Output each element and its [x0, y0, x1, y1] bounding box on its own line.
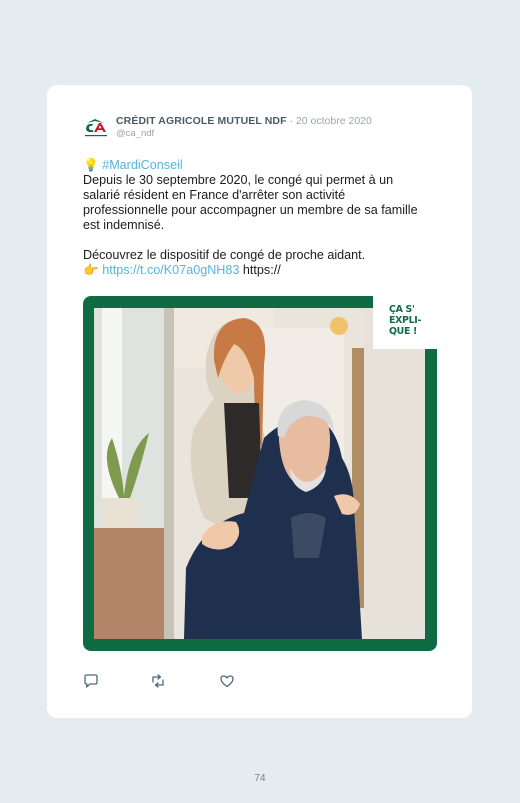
lightbulb-icon: 💡 — [83, 158, 99, 172]
post-date: · 20 octobre 2020 — [286, 115, 372, 127]
ca-sexplique-badge: ÇA S' EXPLI- QUE ! — [373, 295, 438, 349]
tweet-cta: Découvrez le dispositif de congé de proc… — [83, 248, 366, 262]
hashtag-link[interactable]: #MardiConseil — [102, 158, 183, 172]
tweet-text: 💡 #MardiConseil Depuis le 30 septembre 2… — [83, 158, 433, 278]
photo-illustration — [94, 308, 425, 639]
credit-agricole-logo — [85, 119, 107, 137]
retweet-icon[interactable] — [150, 673, 166, 689]
tweet-card: CRÉDIT AGRICOLE MUTUEL NDF · 20 octobre … — [47, 85, 472, 718]
page-number: 74 — [254, 773, 266, 784]
reply-icon[interactable] — [83, 673, 99, 689]
heart-icon[interactable] — [219, 673, 235, 689]
tweet-media[interactable]: ÇA S' EXPLI- QUE ! — [83, 295, 438, 651]
link-trailing: https:// — [239, 263, 281, 277]
tweet-header: CRÉDIT AGRICOLE MUTUEL NDF · 20 octobre … — [83, 115, 453, 141]
badge-text: ÇA S' EXPLI- QUE ! — [389, 304, 422, 337]
author-line: CRÉDIT AGRICOLE MUTUEL NDF · 20 octobre … — [116, 115, 372, 128]
caregiver-photo — [94, 308, 425, 639]
pointing-hand-icon: 👉 — [83, 263, 99, 277]
tweet-body: Depuis le 30 septembre 2020, le congé qu… — [83, 173, 418, 232]
author-handle[interactable]: @ca_ndf — [116, 128, 154, 140]
tweet-actions — [83, 673, 383, 691]
short-link[interactable]: https://t.co/K07a0gNH83 — [102, 263, 239, 277]
author-name[interactable]: CRÉDIT AGRICOLE MUTUEL NDF — [116, 115, 287, 127]
